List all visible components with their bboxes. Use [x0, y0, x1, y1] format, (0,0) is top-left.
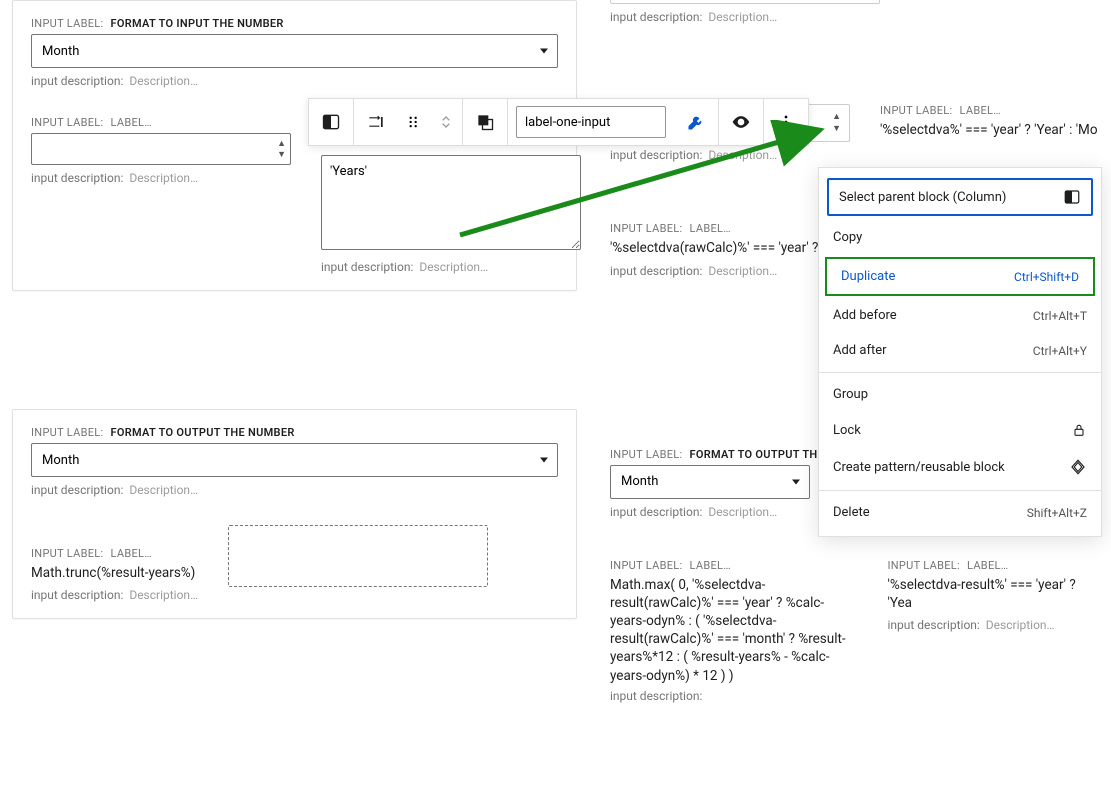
number-stepper[interactable]: ▲▼	[277, 138, 286, 160]
selectdva-text: '%selectdva%' === 'year' ? 'Year' : 'Mo	[880, 121, 1101, 139]
input-description: input description: Description…	[31, 171, 291, 185]
diamond-icon	[1069, 458, 1087, 476]
mathmax-text: Math.max( 0, '%selectdva-result(rawCalc)…	[610, 576, 857, 685]
menu-create-pattern[interactable]: Create pattern/reusable block	[819, 448, 1101, 486]
menu-add-before[interactable]: Add beforeCtrl+Alt+T	[819, 298, 1101, 333]
input-description: input description: Description…	[321, 260, 581, 274]
menu-copy[interactable]: Copy	[819, 220, 1101, 255]
dots-grid-icon	[404, 112, 424, 132]
number-input[interactable]: ▲▼	[31, 133, 291, 165]
selectdva-result-text: '%selectdva-result%' === 'year' ? 'Yea	[887, 576, 1101, 612]
preview-button[interactable]	[719, 99, 763, 145]
settings-button[interactable]	[674, 99, 718, 145]
block-type-button[interactable]	[309, 99, 353, 145]
card-format-output: INPUT LABEL: FORMAT TO OUTPUT THE NUMBER…	[12, 409, 577, 619]
overlap-button[interactable]	[463, 99, 507, 145]
field-label: INPUT LABEL: FORMAT TO INPUT THE NUMBER	[31, 17, 558, 30]
column-icon	[321, 112, 341, 132]
right-d-right: INPUT LABEL: LABEL… '%selectdva-result%'…	[887, 559, 1101, 703]
menu-add-after[interactable]: Add afterCtrl+Alt+Y	[819, 333, 1101, 368]
right-a-right: INPUT LABEL: LABEL… '%selectdva%' === 'y…	[880, 104, 1101, 162]
menu-separator	[819, 372, 1101, 373]
math-trunc-text: Math.trunc(%result-years%)	[31, 564, 198, 582]
input-description: input description: Description…	[31, 74, 558, 88]
eye-icon	[731, 112, 751, 132]
block-toolbar	[308, 98, 809, 146]
menu-select-parent[interactable]: Select parent block (Column)	[827, 178, 1093, 216]
drag-icon	[366, 112, 386, 132]
menu-lock[interactable]: Lock	[819, 412, 1101, 448]
col-left: INPUT LABEL: LABEL… ▲▼ input description…	[31, 116, 291, 274]
field-label: INPUT LABEL: LABEL…	[880, 104, 1101, 117]
field-label: INPUT LABEL: LABEL…	[610, 559, 857, 572]
select-format-output[interactable]: Month	[31, 443, 558, 477]
block-options-menu: Select parent block (Column) Copy Duplic…	[818, 167, 1102, 537]
input-description: input description: Description…	[887, 618, 1101, 632]
field-label: INPUT LABEL: LABEL…	[31, 116, 291, 129]
field-label: INPUT LABEL: LABEL…	[887, 559, 1101, 572]
right-top-desc: input description: Description…	[600, 0, 1111, 24]
input-description: input description: Description…	[31, 483, 558, 497]
left-column: INPUT LABEL: FORMAT TO INPUT THE NUMBER …	[12, 0, 577, 619]
move-handle[interactable]	[398, 99, 430, 145]
select-format-input[interactable]: Month	[31, 34, 558, 68]
col-left-b: INPUT LABEL: LABEL… Math.trunc(%result-y…	[31, 525, 198, 602]
block-name-input[interactable]	[516, 106, 666, 138]
chevron-updown-icon	[436, 112, 456, 132]
overlap-icon	[475, 112, 495, 132]
dots-vertical-icon	[776, 112, 796, 132]
column-icon	[1063, 188, 1081, 206]
move-up-down[interactable]	[430, 99, 462, 145]
right-row-d: INPUT LABEL: LABEL… Math.max( 0, '%selec…	[600, 559, 1111, 703]
select-format-output-r[interactable]: Month	[610, 465, 810, 499]
input-description: input description: Description…	[610, 10, 1101, 24]
menu-duplicate[interactable]: DuplicateCtrl+Shift+D	[825, 257, 1095, 296]
field-label: INPUT LABEL: FORMAT TO OUTPUT THE NUMBER	[31, 426, 558, 439]
field-label: INPUT LABEL: LABEL…	[31, 547, 198, 560]
wrench-icon	[686, 112, 706, 132]
select-out-wrap: Month	[610, 465, 810, 499]
two-col-row-b: INPUT LABEL: LABEL… Math.trunc(%result-y…	[31, 525, 558, 602]
col-right-b	[228, 525, 488, 602]
select-month-out-wrap: Month	[31, 443, 558, 477]
menu-delete[interactable]: DeleteShift+Alt+Z	[819, 495, 1101, 530]
input-description: input description:	[610, 689, 857, 703]
drop-zone[interactable]	[228, 525, 488, 587]
select-month-wrap: Month	[31, 34, 558, 68]
menu-separator	[819, 490, 1101, 491]
drag-handle-button[interactable]	[354, 99, 398, 145]
menu-group[interactable]: Group	[819, 377, 1101, 412]
more-options-button[interactable]	[764, 99, 808, 145]
lock-icon	[1071, 422, 1087, 438]
input-description: input description: Description…	[31, 588, 198, 602]
years-textarea[interactable]: 'Years'	[321, 155, 581, 250]
input-description: input description: Description…	[610, 148, 850, 162]
right-d-left: INPUT LABEL: LABEL… Math.max( 0, '%selec…	[610, 559, 857, 703]
